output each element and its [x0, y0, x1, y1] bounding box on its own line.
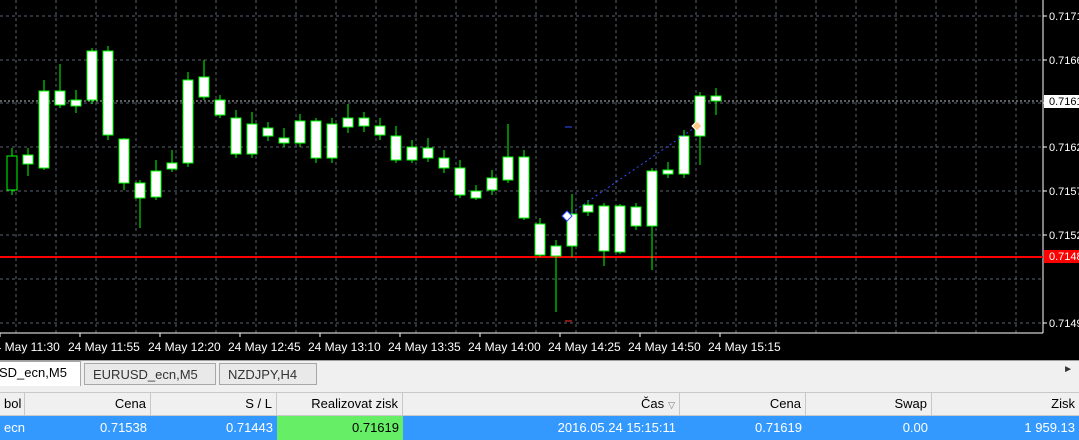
- stop-loss-label: 0.7148: [1049, 251, 1079, 263]
- candle-bear: [134, 182, 146, 199]
- tab-nzdjpy-h4[interactable]: NZDJPY,H4: [219, 363, 317, 385]
- candle-bear: [550, 245, 562, 257]
- candle-bear: [662, 169, 674, 175]
- time-tick-label: 24 May 11:55: [68, 340, 140, 354]
- table-header-row: bol Cena S / L Realizovat zisk Čas ▽ Cena…: [0, 392, 1079, 417]
- cell-current-price: 0.71619: [755, 420, 802, 435]
- time-tick-label: 24 May 14:50: [628, 340, 701, 354]
- candle-bear: [646, 170, 658, 227]
- candle-bear: [310, 120, 322, 159]
- time-tick-label: 24 May 13:10: [308, 340, 381, 354]
- candle-bear: [278, 137, 290, 144]
- time-tick-label: 24 May 14:00: [468, 340, 541, 354]
- chart-tab-bar: SD_ecn,M5 EURUSD_ecn,M5 NZDJPY,H4 ►: [0, 360, 1079, 387]
- candle-bear: [294, 120, 306, 144]
- time-tick-label: 24 May 11:30: [0, 340, 60, 354]
- tab-label: EURUSD_ecn,M5: [93, 367, 198, 382]
- candle-bull: [6, 155, 18, 191]
- price-chart[interactable]: 0.7171 0.7166 0.7161 0.7162 0.7157 0.7152 0.71…: [0, 0, 1079, 360]
- header-take-profit[interactable]: Realizovat zisk: [277, 393, 403, 417]
- tab-label: NZDJPY,H4: [228, 367, 298, 382]
- candle-bear: [70, 99, 82, 107]
- candle-bear: [22, 154, 34, 165]
- table-row[interactable]: ecn 0.71538 0.71443 0.71619 2016.05.24 1…: [0, 416, 1079, 440]
- price-tick-label: 0.7149: [1049, 318, 1079, 330]
- cell-symbol: ecn: [4, 420, 25, 435]
- chart-canvas: 0.7171 0.7166 0.7161 0.7162 0.7157 0.7152 0.71…: [0, 0, 1079, 354]
- header-symbol[interactable]: bol: [0, 393, 25, 417]
- time-tick-label: 24 May 14:25: [548, 340, 621, 354]
- price-tick-label: 0.7166: [1049, 55, 1079, 67]
- candle-bear: [678, 135, 690, 175]
- header-time[interactable]: Čas ▽: [403, 393, 680, 417]
- price-tick-label: 0.7171: [1049, 11, 1079, 23]
- header-stop-loss[interactable]: S / L: [151, 393, 277, 417]
- cell-price: 0.71538: [100, 420, 147, 435]
- candle-bear: [470, 190, 482, 199]
- candle-bear: [710, 95, 722, 102]
- candle-bear: [38, 90, 50, 169]
- candle-bear: [406, 146, 418, 161]
- candle-bear: [246, 123, 258, 155]
- candle-bear: [582, 204, 594, 213]
- header-price[interactable]: Cena: [25, 393, 151, 417]
- cell-time: 2016.05.24 15:15:11: [557, 420, 676, 435]
- candle-bear: [214, 99, 226, 116]
- candle-bear: [342, 117, 354, 128]
- cell-stop-loss: 0.71443: [226, 420, 273, 435]
- candle-bear: [86, 50, 98, 101]
- candle-bear: [166, 162, 178, 170]
- trade-link-line: [566, 125, 698, 217]
- candle-bear: [358, 117, 370, 127]
- tab-eurusd-ecn-m5[interactable]: EURUSD_ecn,M5: [84, 363, 216, 385]
- candle-bear: [150, 170, 162, 198]
- current-price-label: 0.7161: [1049, 96, 1079, 108]
- candle-bear: [198, 76, 210, 98]
- price-tick-label: 0.7162: [1049, 142, 1079, 154]
- candle-bear: [518, 156, 530, 219]
- cell-take-profit: 0.71619: [277, 416, 403, 440]
- price-tick-label: 0.7157: [1049, 186, 1079, 198]
- time-tick-label: 24 May 12:45: [228, 340, 301, 354]
- candle-bear: [598, 205, 610, 252]
- tab-label: SD_ecn,M5: [0, 365, 67, 380]
- cell-swap: 0.00: [902, 420, 928, 435]
- tab-sd-ecn-m5[interactable]: SD_ecn,M5: [0, 361, 81, 386]
- header-profit[interactable]: Zisk: [932, 393, 1079, 417]
- candle-bear: [230, 117, 242, 155]
- candle-bear: [422, 147, 434, 159]
- time-tick-label: 24 May 12:20: [148, 340, 221, 354]
- tab-scroll-right-icon[interactable]: ►: [1063, 364, 1073, 375]
- candle-bear: [502, 156, 514, 181]
- header-current-price[interactable]: Cena: [680, 393, 806, 417]
- time-tick-label: 24 May 15:15: [708, 340, 781, 354]
- candle-bear: [534, 223, 546, 256]
- candle-bear: [454, 167, 466, 196]
- candle-bear: [374, 125, 386, 136]
- candle-bear: [182, 79, 194, 164]
- candle-bear: [630, 206, 642, 227]
- candle-bear: [390, 135, 402, 161]
- candle-bear: [614, 205, 626, 253]
- candle-bear: [118, 138, 130, 184]
- header-swap[interactable]: Swap: [806, 393, 932, 417]
- candle-bear: [486, 177, 498, 191]
- candle-bear: [102, 50, 114, 136]
- trade-table: bol Cena S / L Realizovat zisk Čas ▽ Cena…: [0, 392, 1079, 440]
- time-tick-label: 24 May 13:35: [388, 340, 461, 354]
- candle-bear: [262, 127, 274, 137]
- candle-bear: [54, 90, 66, 106]
- header-time-label: Čas: [640, 396, 665, 411]
- candle-bear: [438, 157, 450, 169]
- cell-profit: 1 959.13: [1024, 420, 1075, 435]
- sort-down-icon: ▽: [668, 400, 675, 410]
- price-tick-label: 0.7152: [1049, 230, 1079, 242]
- candle-bear: [326, 123, 338, 159]
